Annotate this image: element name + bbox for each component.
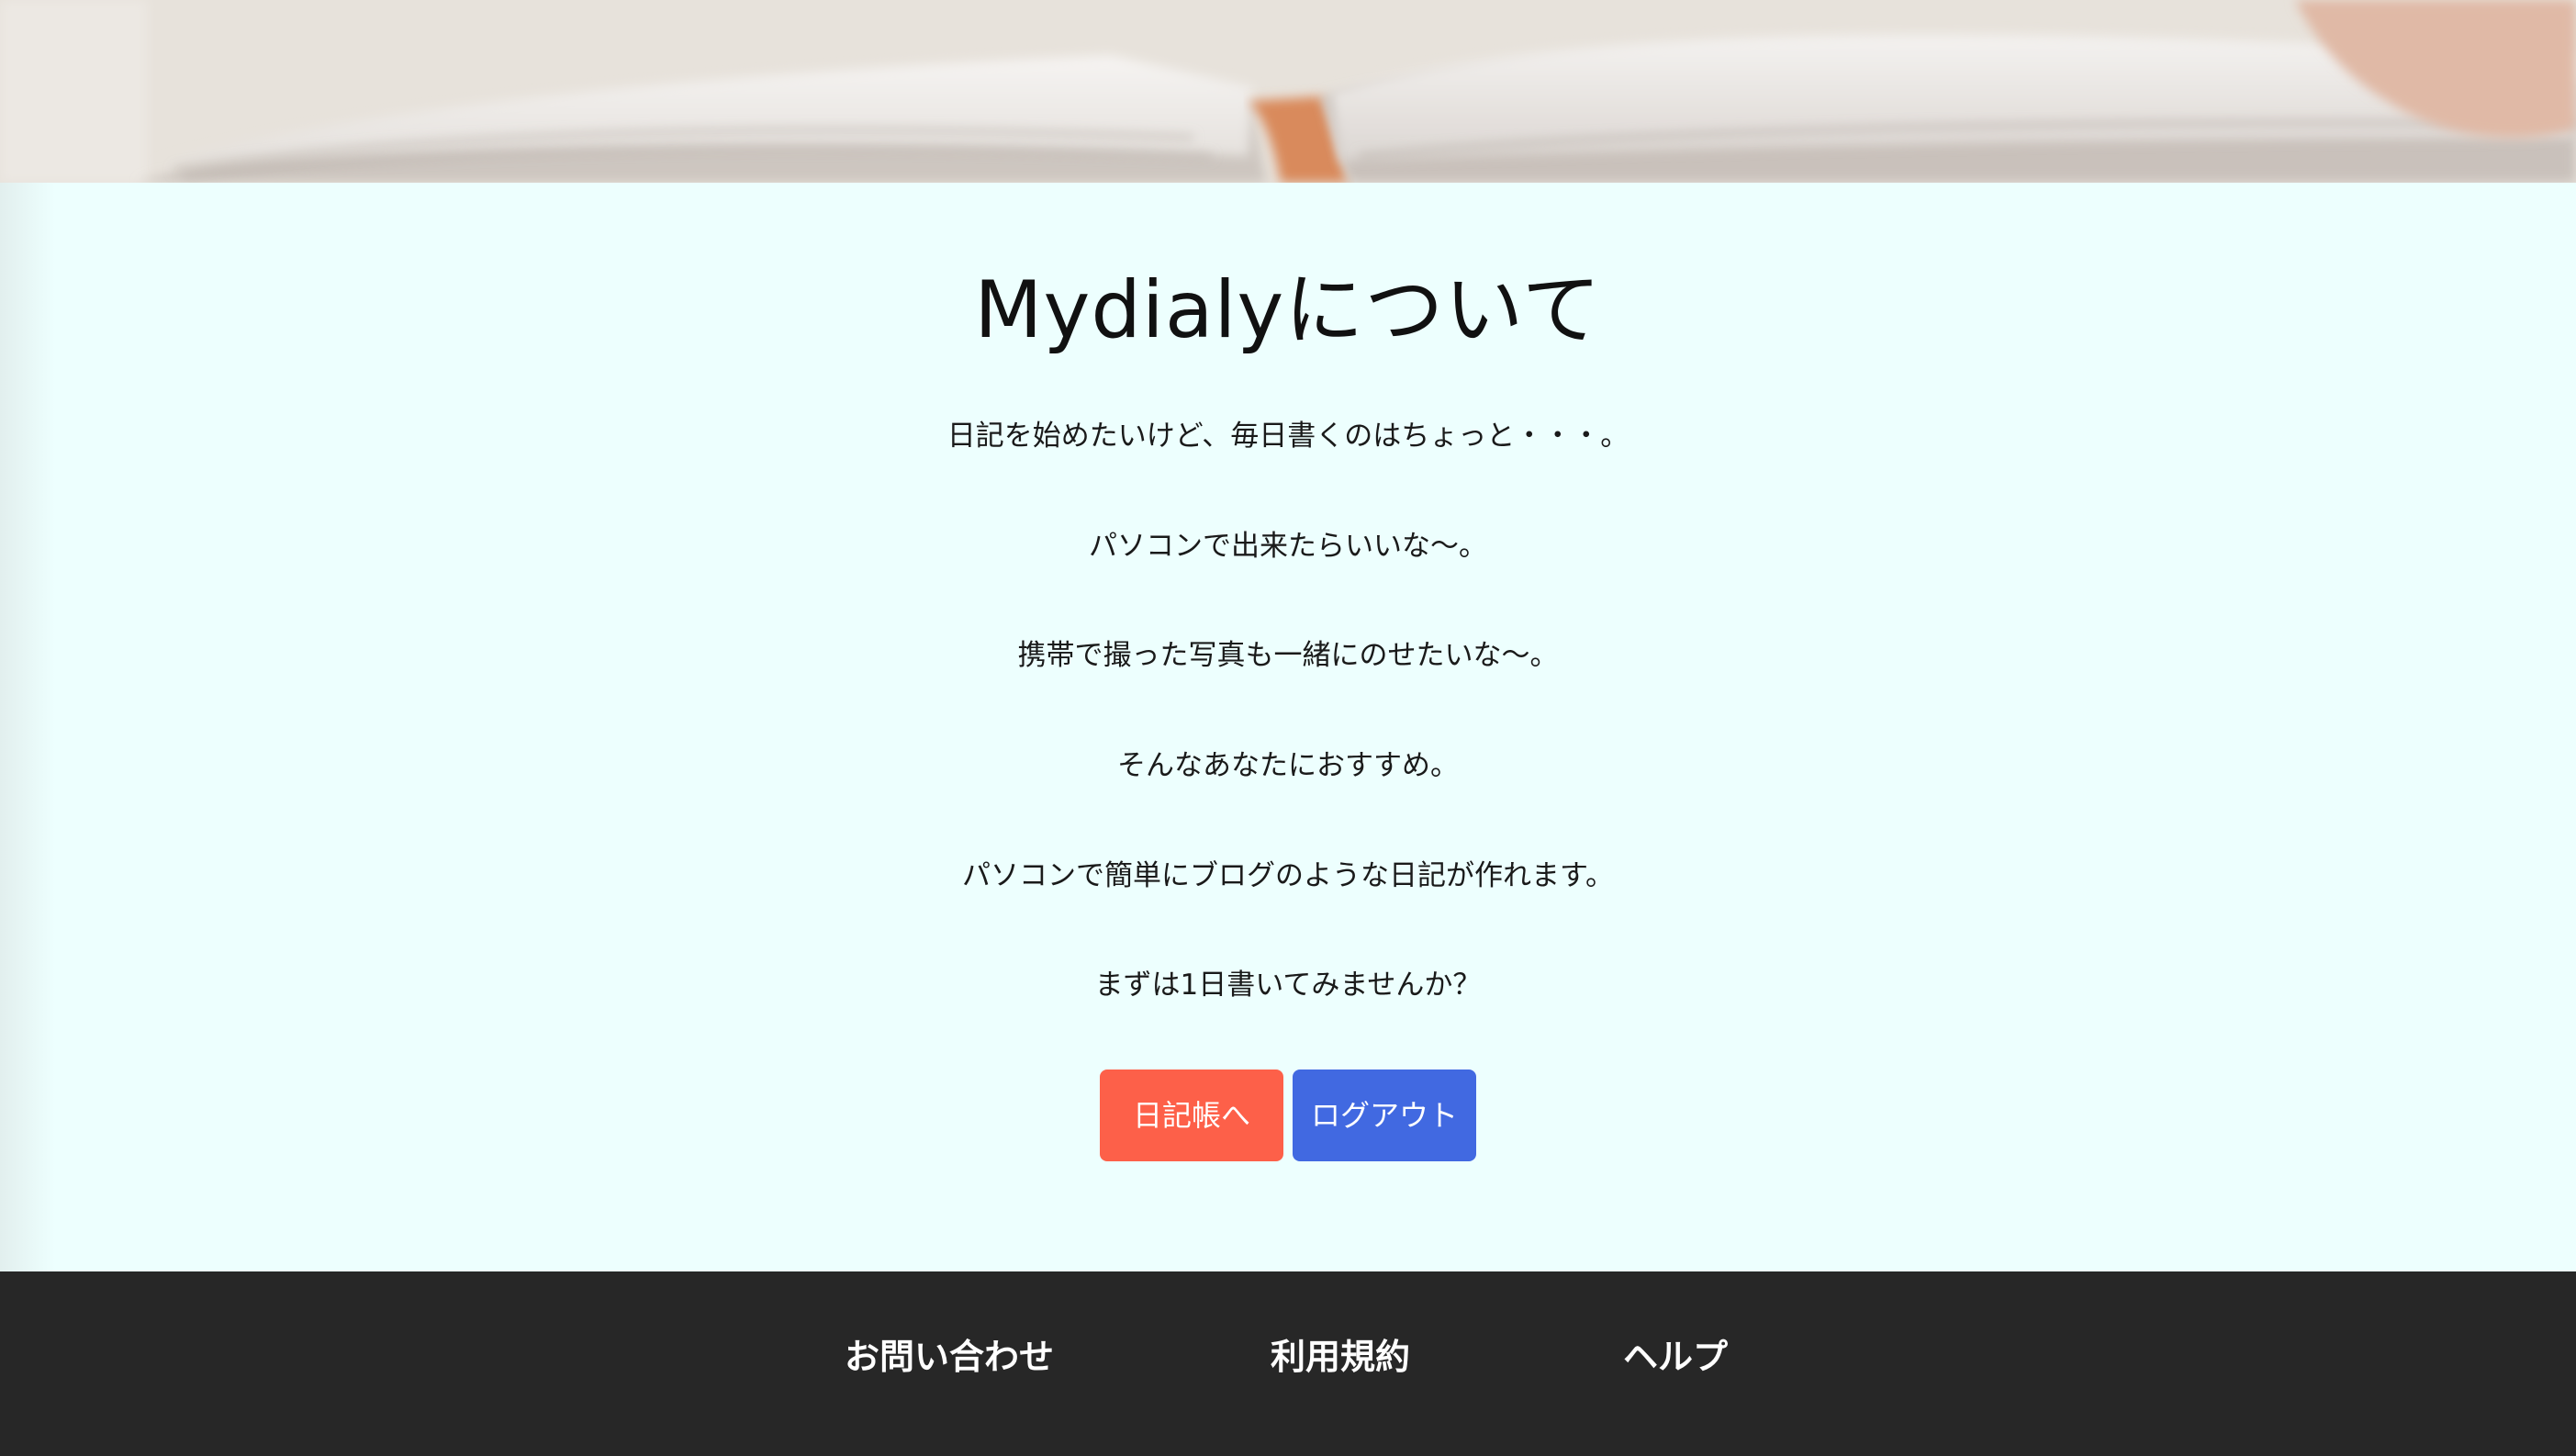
page: Mydialyについて 日記を始めたいけど、毎日書くのはちょっと・・・。 パソコ… — [0, 0, 2576, 1456]
diary-button[interactable]: 日記帳へ — [1100, 1070, 1283, 1161]
footer-link-help[interactable]: ヘルプ — [1623, 1332, 1728, 1382]
intro-paragraph: そんなあなたにおすすめ。 — [1117, 749, 1459, 782]
logout-button[interactable]: ログアウト — [1293, 1070, 1476, 1161]
intro-paragraph: パソコンで出来たらいいな〜。 — [1089, 530, 1487, 563]
footer-link-terms[interactable]: 利用規約 — [1271, 1332, 1410, 1382]
intro-paragraph: 携帯で撮った写真も一緒にのせたいな〜。 — [1017, 639, 1559, 672]
page-title: Mydialyについて — [974, 264, 1602, 356]
intro-paragraph: 日記を始めたいけど、毎日書くのはちょっと・・・。 — [946, 420, 1630, 453]
footer: お問い合わせ 利用規約 ヘルプ — [0, 1271, 2576, 1456]
intro-paragraph: パソコンで簡単にブログのような日記が作れます。 — [962, 859, 1614, 892]
hero-image — [0, 0, 2576, 183]
footer-link-contact[interactable]: お問い合わせ — [845, 1332, 1054, 1382]
intro-paragraph: まずは1日書いてみませんか？ — [1094, 969, 1482, 1002]
open-book-image — [0, 0, 2576, 183]
about-section: Mydialyについて 日記を始めたいけど、毎日書くのはちょっと・・・。 パソコ… — [0, 183, 2576, 1271]
